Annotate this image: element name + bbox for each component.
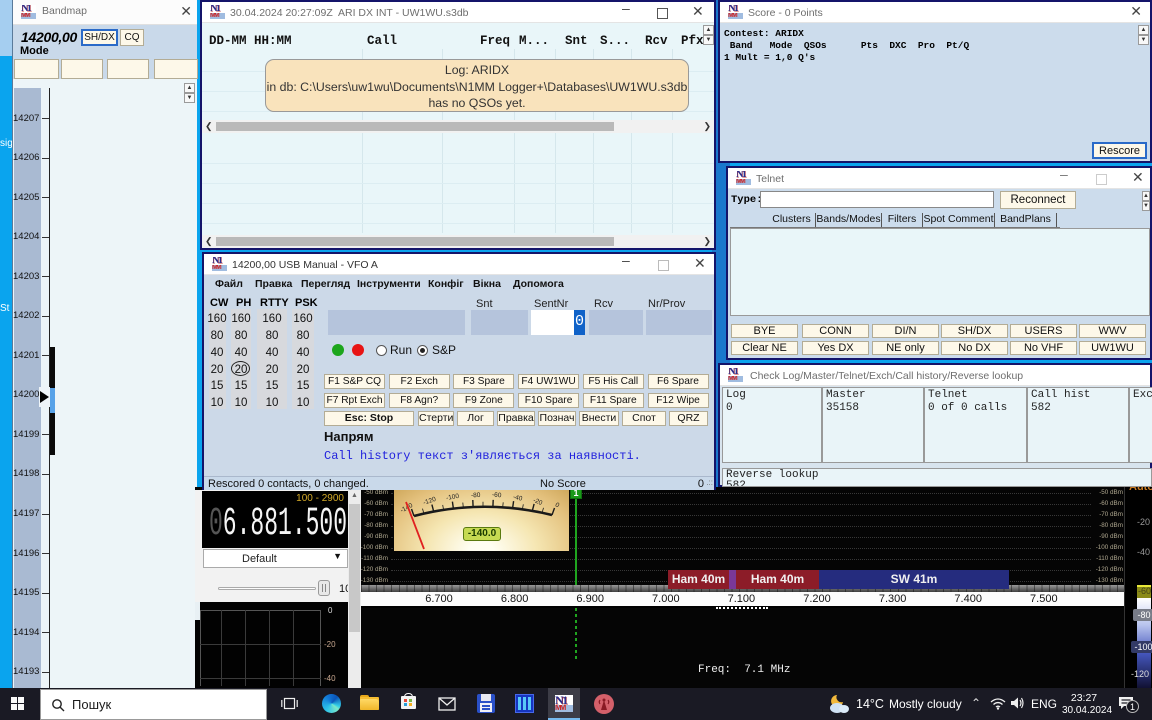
svg-text:-120: -120 <box>422 496 437 507</box>
svg-text:-80: -80 <box>471 492 481 500</box>
svg-text:-60: -60 <box>492 491 502 499</box>
svg-text:-100: -100 <box>446 493 460 502</box>
